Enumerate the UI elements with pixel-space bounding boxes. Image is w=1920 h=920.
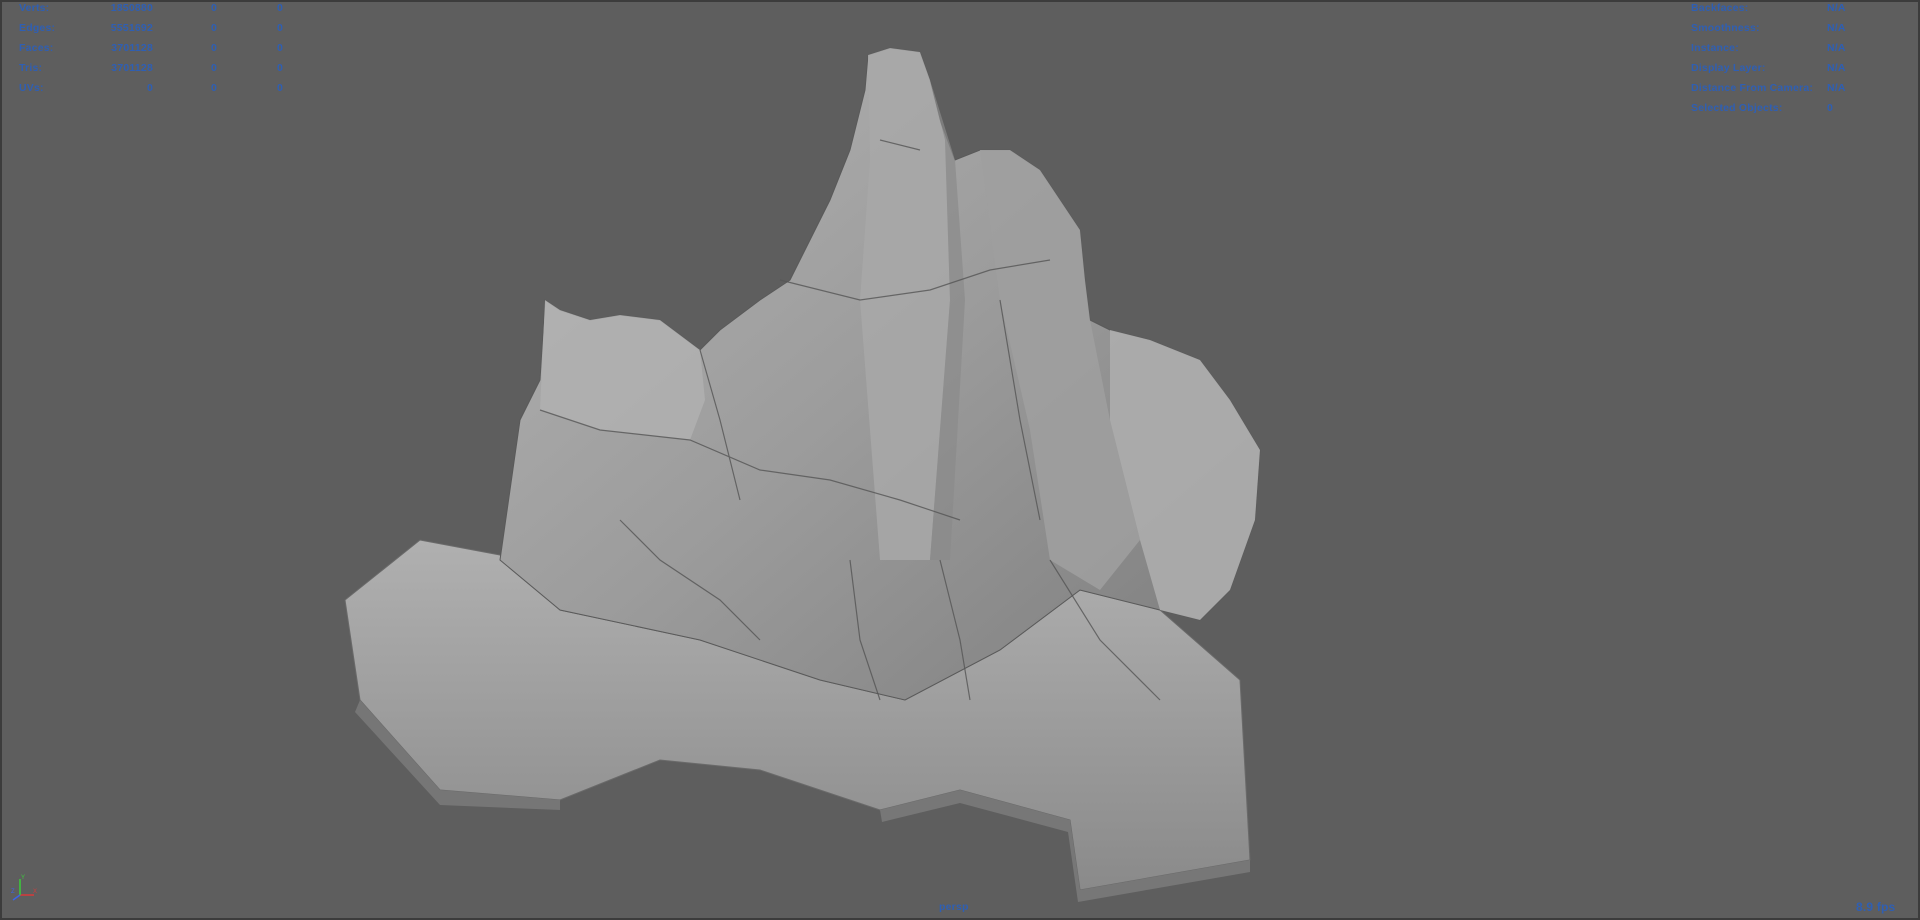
sculpted-rock-mesh[interactable]: [0, 0, 1920, 920]
hud-value: 0: [210, 82, 217, 94]
hud-value: N/A: [1827, 82, 1846, 94]
hud-value: 0: [276, 82, 283, 94]
hud-value: 3701128: [111, 62, 153, 74]
hud-label: Instance:: [1691, 42, 1739, 54]
hud-label: Backfaces:: [1691, 2, 1749, 14]
hud-value: 3701128: [111, 42, 153, 54]
hud-value: 0: [146, 82, 153, 94]
hud-value: 0: [210, 62, 217, 74]
hud-value: 0: [276, 62, 283, 74]
fps-counter: 8.9 fps: [1856, 900, 1896, 914]
hud-value: 0: [1827, 102, 1834, 114]
y-axis-label: Y: [21, 875, 25, 881]
hud-label: Tris:: [19, 62, 43, 74]
hud-label: Edges:: [19, 22, 56, 34]
hud-value: 0: [276, 2, 283, 14]
z-axis-label: Z: [11, 889, 15, 895]
hud-value: 0: [276, 42, 283, 54]
hud-value: N/A: [1827, 22, 1846, 34]
hud-value: N/A: [1827, 2, 1846, 14]
hud-label: Distance From Camera:: [1691, 82, 1814, 94]
hud-value: 0: [210, 42, 217, 54]
hud-label: Verts:: [19, 2, 50, 14]
hud-value: 0: [276, 22, 283, 34]
hud-value: 5551692: [110, 22, 153, 34]
hud-label: Display Layer:: [1691, 62, 1766, 74]
hud-value: 0: [210, 22, 217, 34]
hud-label: Selected Objects:: [1691, 102, 1783, 114]
hud-value: 1850880: [110, 2, 153, 14]
camera-name-label: persp: [939, 901, 969, 913]
hud-label: UVs:: [19, 82, 44, 94]
hud-label: Faces:: [19, 42, 54, 54]
hud-value: 0: [210, 2, 217, 14]
hud-value: N/A: [1827, 42, 1846, 54]
x-axis-label: X: [33, 889, 37, 895]
hud-value: N/A: [1827, 62, 1846, 74]
hud-label: Smoothness:: [1691, 22, 1760, 34]
axis-gizmo-icon: Z Y X: [11, 875, 37, 901]
